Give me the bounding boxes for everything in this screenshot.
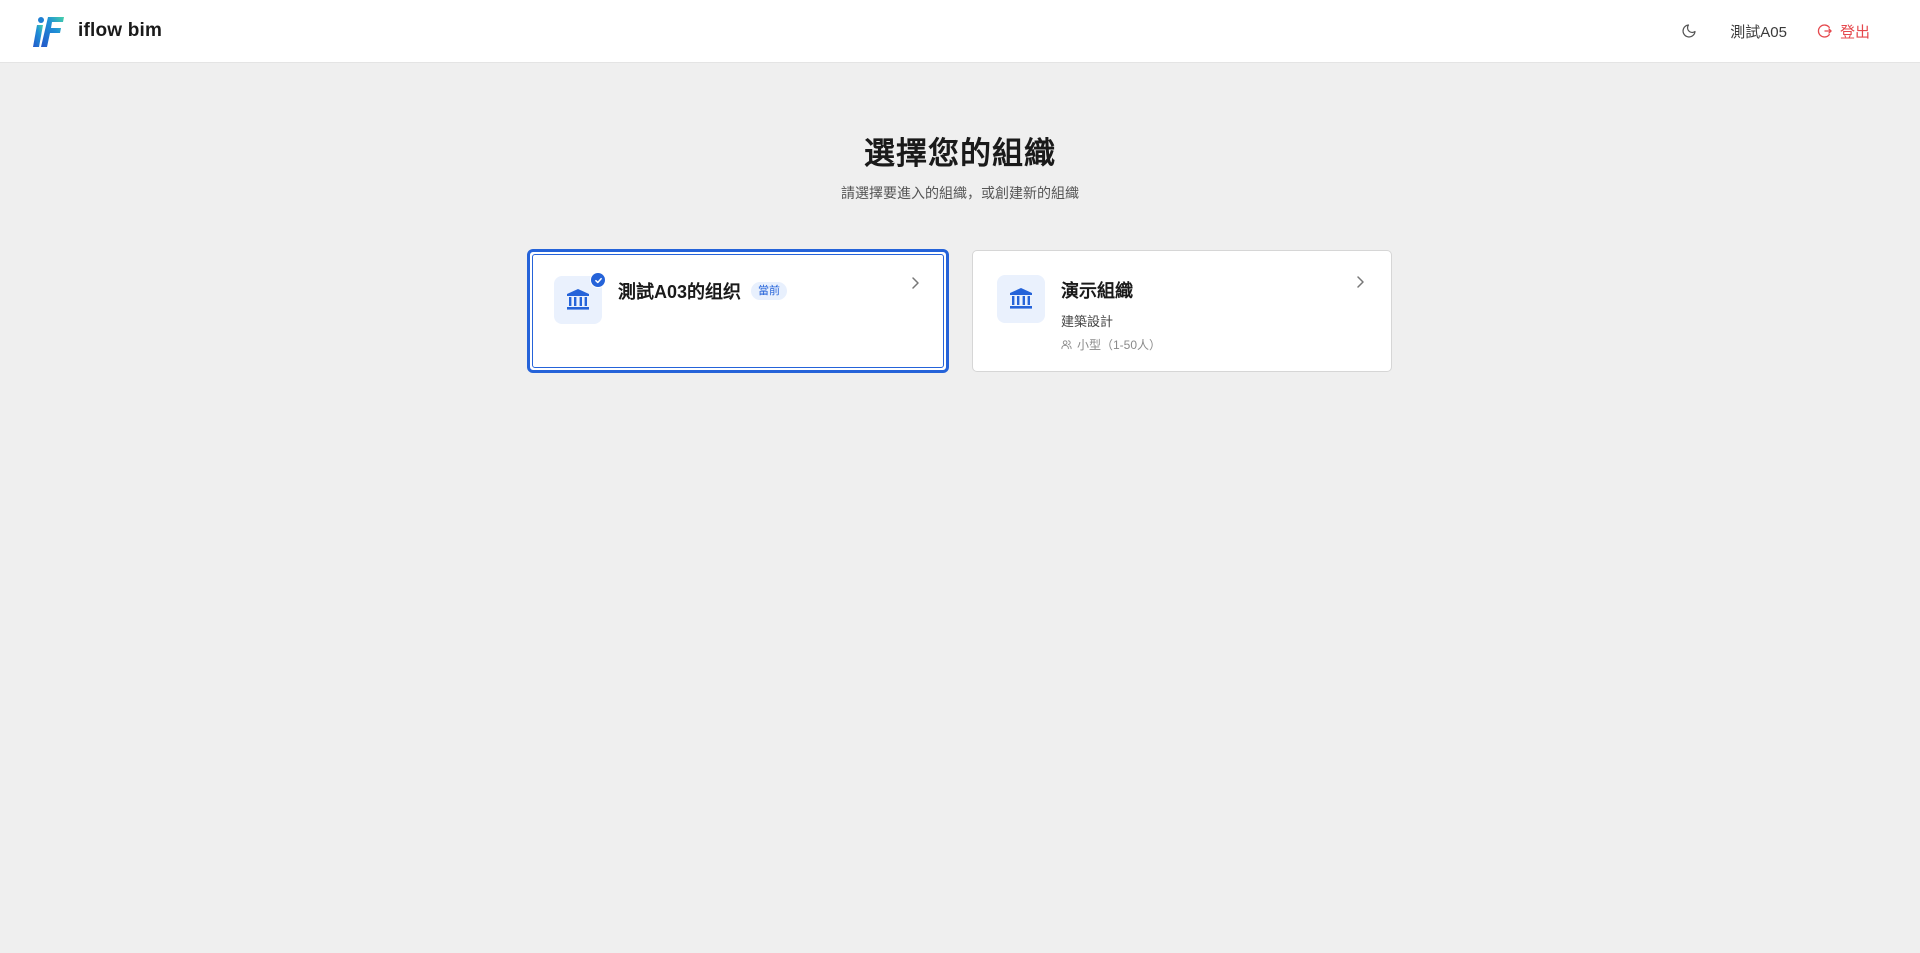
moon-icon xyxy=(1682,24,1696,38)
organization-card-current[interactable]: 測試A03的组织 當前 xyxy=(528,250,948,372)
organization-info: 測試A03的组织 當前 xyxy=(618,278,788,304)
organization-info: 演示組織 建築設計 小型（1-50人） xyxy=(1061,277,1161,353)
organization-type: 建築設計 xyxy=(1061,314,1114,329)
organization-card[interactable]: 演示組織 建築設計 小型（1-50人） xyxy=(972,250,1392,372)
chevron-right-icon xyxy=(912,277,919,289)
building-icon xyxy=(567,289,589,310)
brand[interactable]: iflow bim xyxy=(32,13,162,49)
organization-avatar xyxy=(997,275,1045,323)
header-actions: 測試A05 登出 xyxy=(1678,20,1888,42)
user-name[interactable]: 測試A05 xyxy=(1730,21,1787,42)
organization-list: 測試A03的组织 當前 演示組織 建築設計 小型（1-50人） xyxy=(528,250,1392,372)
organization-size: 小型（1-50人） xyxy=(1061,336,1161,353)
organization-name: 演示組織 xyxy=(1061,281,1133,301)
top-header: iflow bim 測試A05 登出 xyxy=(0,0,1920,63)
building-icon xyxy=(1010,288,1032,309)
logout-button[interactable]: 登出 xyxy=(1817,21,1870,42)
page-subtitle: 請選擇要進入的組織，或創建新的組織 xyxy=(841,185,1079,201)
selected-check-icon xyxy=(590,272,606,288)
logout-icon xyxy=(1817,24,1832,38)
users-icon xyxy=(1061,340,1072,350)
brand-name: iflow bim xyxy=(78,20,163,41)
logout-label: 登出 xyxy=(1839,23,1870,41)
organization-title-row: 演示組織 xyxy=(1061,277,1161,303)
main-content: 選擇您的組織 請選擇要進入的組織，或創建新的組織 測試A03的组织 當前 演示組… xyxy=(0,64,1920,953)
organization-name: 測試A03的组织 xyxy=(618,282,742,302)
chevron-right-icon xyxy=(1357,276,1364,288)
page-title: 選擇您的組織 xyxy=(864,136,1056,171)
current-badge: 當前 xyxy=(751,282,788,300)
organization-size-label: 小型（1-50人） xyxy=(1077,338,1162,352)
theme-toggle-button[interactable] xyxy=(1678,20,1700,42)
iflow-logo-icon xyxy=(33,17,64,47)
organization-title-row: 測試A03的组织 當前 xyxy=(618,278,788,304)
